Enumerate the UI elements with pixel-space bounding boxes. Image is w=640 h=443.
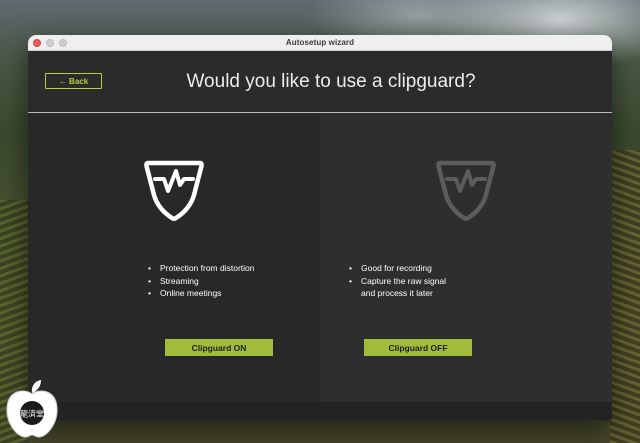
page-title: Would you like to use a clipguard?: [186, 71, 476, 92]
window-title: Autosetup wizard: [285, 38, 355, 47]
clipguard-off-features: Good for recording Capture the raw signa…: [349, 262, 446, 300]
wizard-window: Autosetup wizard ← Back Would you like t…: [28, 35, 612, 421]
minimize-window-button[interactable]: [46, 39, 54, 47]
watermark-text: 龍済堂: [20, 409, 44, 419]
close-window-button[interactable]: [33, 39, 41, 47]
clipguard-off-panel[interactable]: Good for recording Capture the raw signa…: [320, 113, 612, 402]
window-controls: [33, 39, 67, 47]
clipguard-on-features: Protection from distortion Streaming Onl…: [148, 262, 254, 300]
clipguard-on-button[interactable]: Clipguard ON: [165, 339, 273, 356]
clipguard-shield-icon: [436, 160, 496, 221]
feature-item: Streaming: [148, 275, 254, 288]
clipguard-off-button[interactable]: Clipguard OFF: [364, 339, 472, 356]
feature-item: Capture the raw signal: [349, 275, 446, 288]
apple-logo-watermark-icon: 龍済堂: [6, 380, 58, 438]
feature-item-continuation: and process it later: [361, 288, 433, 298]
option-panels: Protection from distortion Streaming Onl…: [28, 113, 612, 402]
clipguard-on-panel[interactable]: Protection from distortion Streaming Onl…: [28, 113, 320, 402]
feature-item: Good for recording: [349, 262, 446, 275]
maximize-window-button[interactable]: [59, 39, 67, 47]
feature-item: Protection from distortion: [148, 262, 254, 275]
title-bar: Autosetup wizard: [28, 35, 612, 51]
clipguard-shield-icon: [144, 160, 204, 221]
window-footer: [28, 402, 612, 420]
wizard-header: ← Back Would you like to use a clipguard…: [28, 51, 612, 113]
feature-item: Online meetings: [148, 287, 254, 300]
